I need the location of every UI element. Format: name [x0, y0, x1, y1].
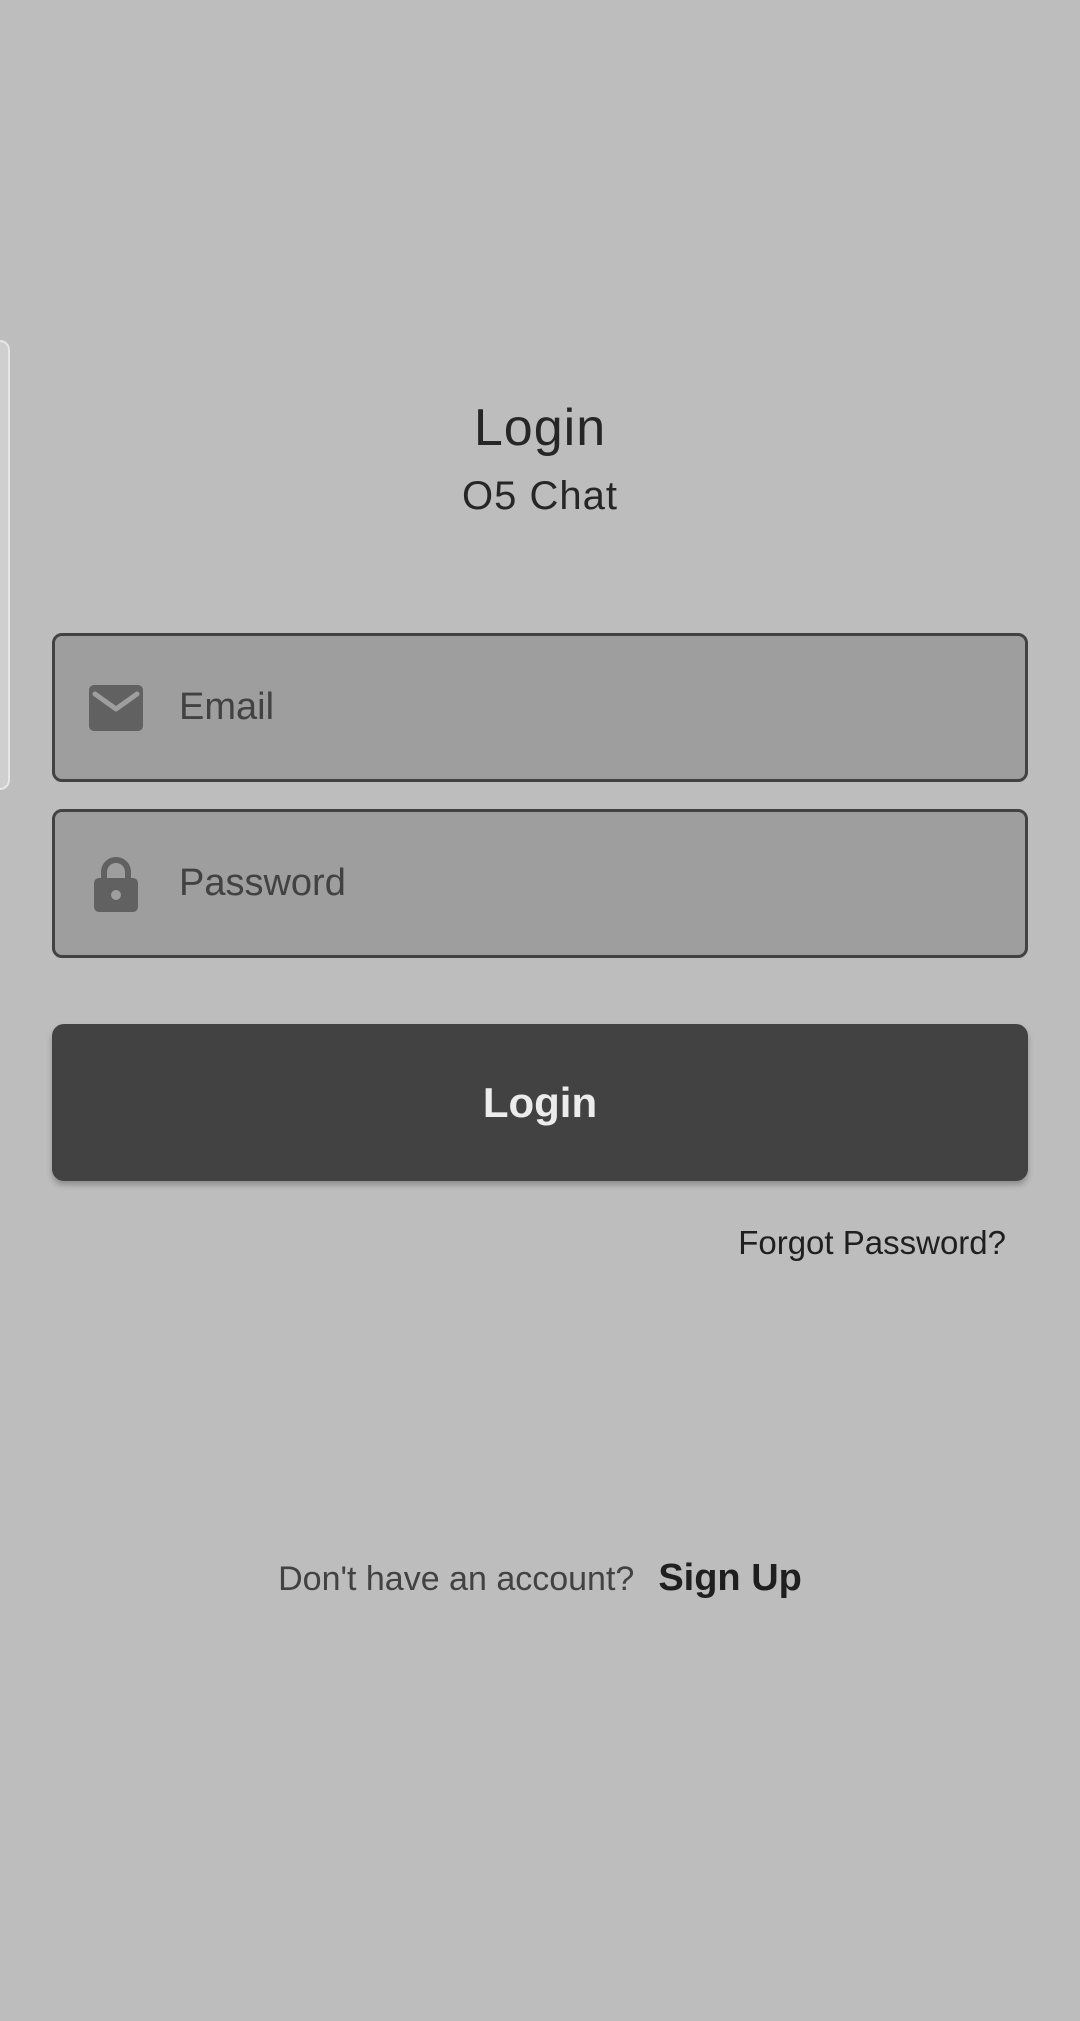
- mail-icon: [88, 680, 144, 736]
- email-field-container[interactable]: [52, 633, 1028, 782]
- login-button[interactable]: Login: [52, 1024, 1028, 1181]
- lock-icon: [88, 856, 144, 912]
- page-title: Login: [473, 399, 607, 457]
- app-name: O5 Chat: [462, 474, 618, 518]
- forgot-password-link[interactable]: Forgot Password?: [738, 1224, 1006, 1262]
- password-input[interactable]: [179, 812, 1025, 955]
- signup-prompt: Don't have an account?: [278, 1560, 635, 1598]
- signup-link[interactable]: Sign Up: [658, 1557, 802, 1600]
- password-field-container[interactable]: [52, 809, 1028, 958]
- email-input[interactable]: [179, 636, 1025, 779]
- signup-row: Don't have an account? Sign Up: [0, 1557, 1080, 1600]
